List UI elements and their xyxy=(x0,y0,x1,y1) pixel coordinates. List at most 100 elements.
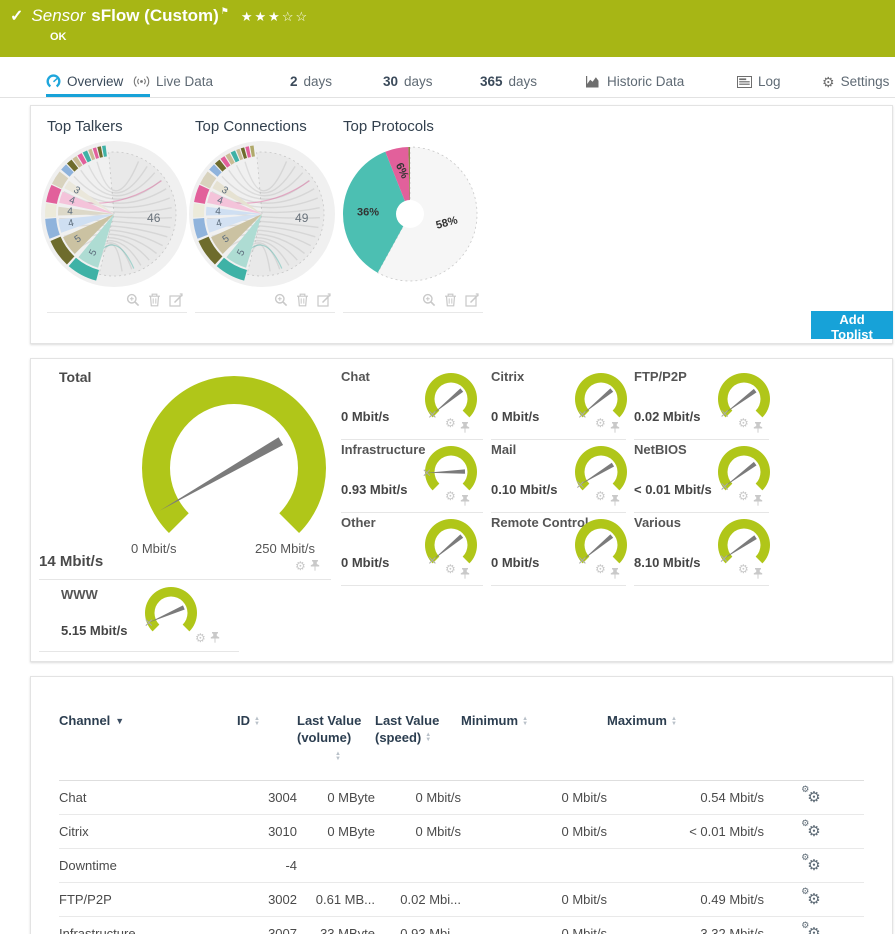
trash-icon[interactable] xyxy=(444,291,457,307)
gauge-channel-value: 0 Mbit/s xyxy=(341,409,389,424)
trash-icon[interactable] xyxy=(296,291,309,307)
priority-stars[interactable]: ★★★☆☆ xyxy=(241,9,309,25)
channel-settings-icon[interactable]: ⚙⚙ xyxy=(807,823,820,840)
gauge-channel-label: Various xyxy=(634,515,681,530)
sort-icon[interactable]: ▲▼ xyxy=(425,733,431,743)
www-gauge-value: 5.15 Mbit/s xyxy=(61,623,127,638)
value-cell: 0 Mbit/s xyxy=(461,916,607,934)
tab-number: 365 xyxy=(480,74,503,89)
gauge-settings-icon[interactable]: ⚙ xyxy=(445,417,456,429)
channel-settings-icon[interactable]: ⚙⚙ xyxy=(807,891,820,908)
tab-historic-data[interactable]: Historic Data xyxy=(585,69,684,94)
channel-table-panel: Channel▼ID▲▼Last Value(volume)▲▼Last Val… xyxy=(30,676,893,934)
trash-icon[interactable] xyxy=(148,291,161,307)
tab-bar: OverviewLive Data2days30days365daysHisto… xyxy=(0,65,895,98)
stars-filled[interactable]: ★★★ xyxy=(241,9,282,24)
sensor-name: sFlow (Custom) xyxy=(91,6,219,26)
zoom-icon[interactable] xyxy=(126,291,140,307)
table-row-chat: Chat30040 MByte0 Mbit/s0 Mbit/s0.54 Mbit… xyxy=(59,780,864,814)
status-check-icon: ✓ xyxy=(10,6,23,26)
svg-text:4: 4 xyxy=(67,206,74,217)
channel-name-cell: Citrix xyxy=(59,814,237,848)
channel-settings-icon[interactable]: ⚙⚙ xyxy=(807,925,820,934)
value-cell: 33 MByte xyxy=(297,916,375,934)
channel-name-cell: Downtime xyxy=(59,848,237,882)
gauge-settings-icon[interactable]: ⚙ xyxy=(195,632,206,644)
toplist-actions xyxy=(343,289,483,313)
tab-overview[interactable]: Overview xyxy=(46,69,123,94)
gauge-actions: ⚙ xyxy=(445,563,460,575)
tab-30-days[interactable]: 30days xyxy=(383,69,433,94)
value-cell: 0 Mbit/s xyxy=(461,780,607,814)
zoom-icon[interactable] xyxy=(422,291,436,307)
gauge-settings-icon[interactable]: ⚙ xyxy=(738,563,749,575)
value-cell: 3002 xyxy=(237,882,297,916)
gauge-cell-infrastructure: Infrastructure0.93 Mbit/s⚙ xyxy=(341,440,483,513)
value-cell: 0.54 Mbit/s xyxy=(607,780,764,814)
toplist-top-connections: Top Connections55444349 xyxy=(187,114,335,313)
sensor-header: ✓ Sensor sFlow (Custom) ⚑ ★★★☆☆ OK xyxy=(0,0,895,57)
stars-empty[interactable]: ☆☆ xyxy=(282,9,309,24)
gauge-settings-icon[interactable]: ⚙ xyxy=(595,490,606,502)
gear-icon: ⚙ xyxy=(822,75,835,89)
toplist-title: Top Connections xyxy=(187,114,335,137)
svg-text:49: 49 xyxy=(295,211,309,225)
gauge-settings-icon[interactable]: ⚙ xyxy=(295,560,306,572)
tab-settings[interactable]: ⚙Settings xyxy=(822,69,889,94)
toplist-actions xyxy=(195,289,335,313)
gauge-channel-label: Citrix xyxy=(491,369,524,384)
gauge-channel-value: 0 Mbit/s xyxy=(491,555,539,570)
pin-icon[interactable] xyxy=(310,559,320,572)
toplist-chart[interactable]: 58%36%6% xyxy=(335,139,485,289)
gauge-cell-mail: Mail0.10 Mbit/s⚙ xyxy=(491,440,626,513)
column-header-last-value-speed-[interactable]: Last Value(speed)▲▼ xyxy=(375,703,461,780)
gauge-cell-other: Other0 Mbit/s⚙ xyxy=(341,513,483,586)
tab-label: days xyxy=(304,74,333,89)
gauge-channel-label: Infrastructure xyxy=(341,442,426,457)
toplist-chart[interactable]: 55444349 xyxy=(187,139,337,289)
toplist-title: Top Talkers xyxy=(39,114,187,137)
column-header-channel[interactable]: Channel▼ xyxy=(59,703,237,780)
gauge-settings-icon[interactable]: ⚙ xyxy=(595,417,606,429)
toplist-top-protocols: Top Protocols58%36%6% xyxy=(335,114,483,313)
sensor-title-line: ✓ Sensor sFlow (Custom) ⚑ ★★★☆☆ xyxy=(10,6,309,26)
toplist-chart[interactable]: 55444346 xyxy=(39,139,189,289)
channel-settings-icon[interactable]: ⚙⚙ xyxy=(807,857,820,874)
add-toplist-button[interactable]: Add Toplist xyxy=(811,311,893,339)
gauge-settings-icon[interactable]: ⚙ xyxy=(738,490,749,502)
sort-icon[interactable]: ▲▼ xyxy=(671,717,677,727)
gauge-actions: ⚙ xyxy=(595,563,610,575)
gauge-min-label: 0 Mbit/s xyxy=(131,541,177,556)
value-cell: 3007 xyxy=(237,916,297,934)
value-cell: < 0.01 Mbit/s xyxy=(607,814,764,848)
edit-icon[interactable] xyxy=(317,291,331,307)
column-header-maximum[interactable]: Maximum▲▼ xyxy=(607,703,764,780)
live-icon xyxy=(133,75,150,88)
column-header-id[interactable]: ID▲▼ xyxy=(237,703,297,780)
sort-icon[interactable]: ▲▼ xyxy=(335,752,341,762)
column-header-last-value-volume-[interactable]: Last Value(volume)▲▼ xyxy=(297,703,375,780)
sort-icon[interactable]: ▲▼ xyxy=(522,717,528,727)
gauges-panel: Total 0 Mbit/s 250 Mbit/s 14 Mbit/s ⚙ Ch… xyxy=(30,358,893,662)
tab-365-days[interactable]: 365days xyxy=(480,69,537,94)
gauge-settings-icon[interactable]: ⚙ xyxy=(445,563,456,575)
gauge-actions: ⚙ xyxy=(595,490,610,502)
value-cell xyxy=(461,848,607,882)
toplist-top-talkers: Top Talkers55444346 xyxy=(39,114,187,313)
edit-icon[interactable] xyxy=(465,291,479,307)
gauge-settings-icon[interactable]: ⚙ xyxy=(595,563,606,575)
tab-live-data[interactable]: Live Data xyxy=(133,69,213,94)
edit-icon[interactable] xyxy=(169,291,183,307)
gauge-settings-icon[interactable]: ⚙ xyxy=(445,490,456,502)
sort-icon[interactable]: ▲▼ xyxy=(254,717,260,727)
tab-2-days[interactable]: 2days xyxy=(290,69,332,94)
priority-flag-icon[interactable]: ⚑ xyxy=(221,6,229,17)
channel-settings-icon[interactable]: ⚙⚙ xyxy=(807,789,820,806)
tab-log[interactable]: Log xyxy=(737,69,781,94)
gauge-settings-icon[interactable]: ⚙ xyxy=(738,417,749,429)
pin-icon[interactable] xyxy=(210,631,220,644)
zoom-icon[interactable] xyxy=(274,291,288,307)
gauge-actions: ⚙ xyxy=(738,490,753,502)
gauge-channel-label: Other xyxy=(341,515,376,530)
column-header-minimum[interactable]: Minimum▲▼ xyxy=(461,703,607,780)
